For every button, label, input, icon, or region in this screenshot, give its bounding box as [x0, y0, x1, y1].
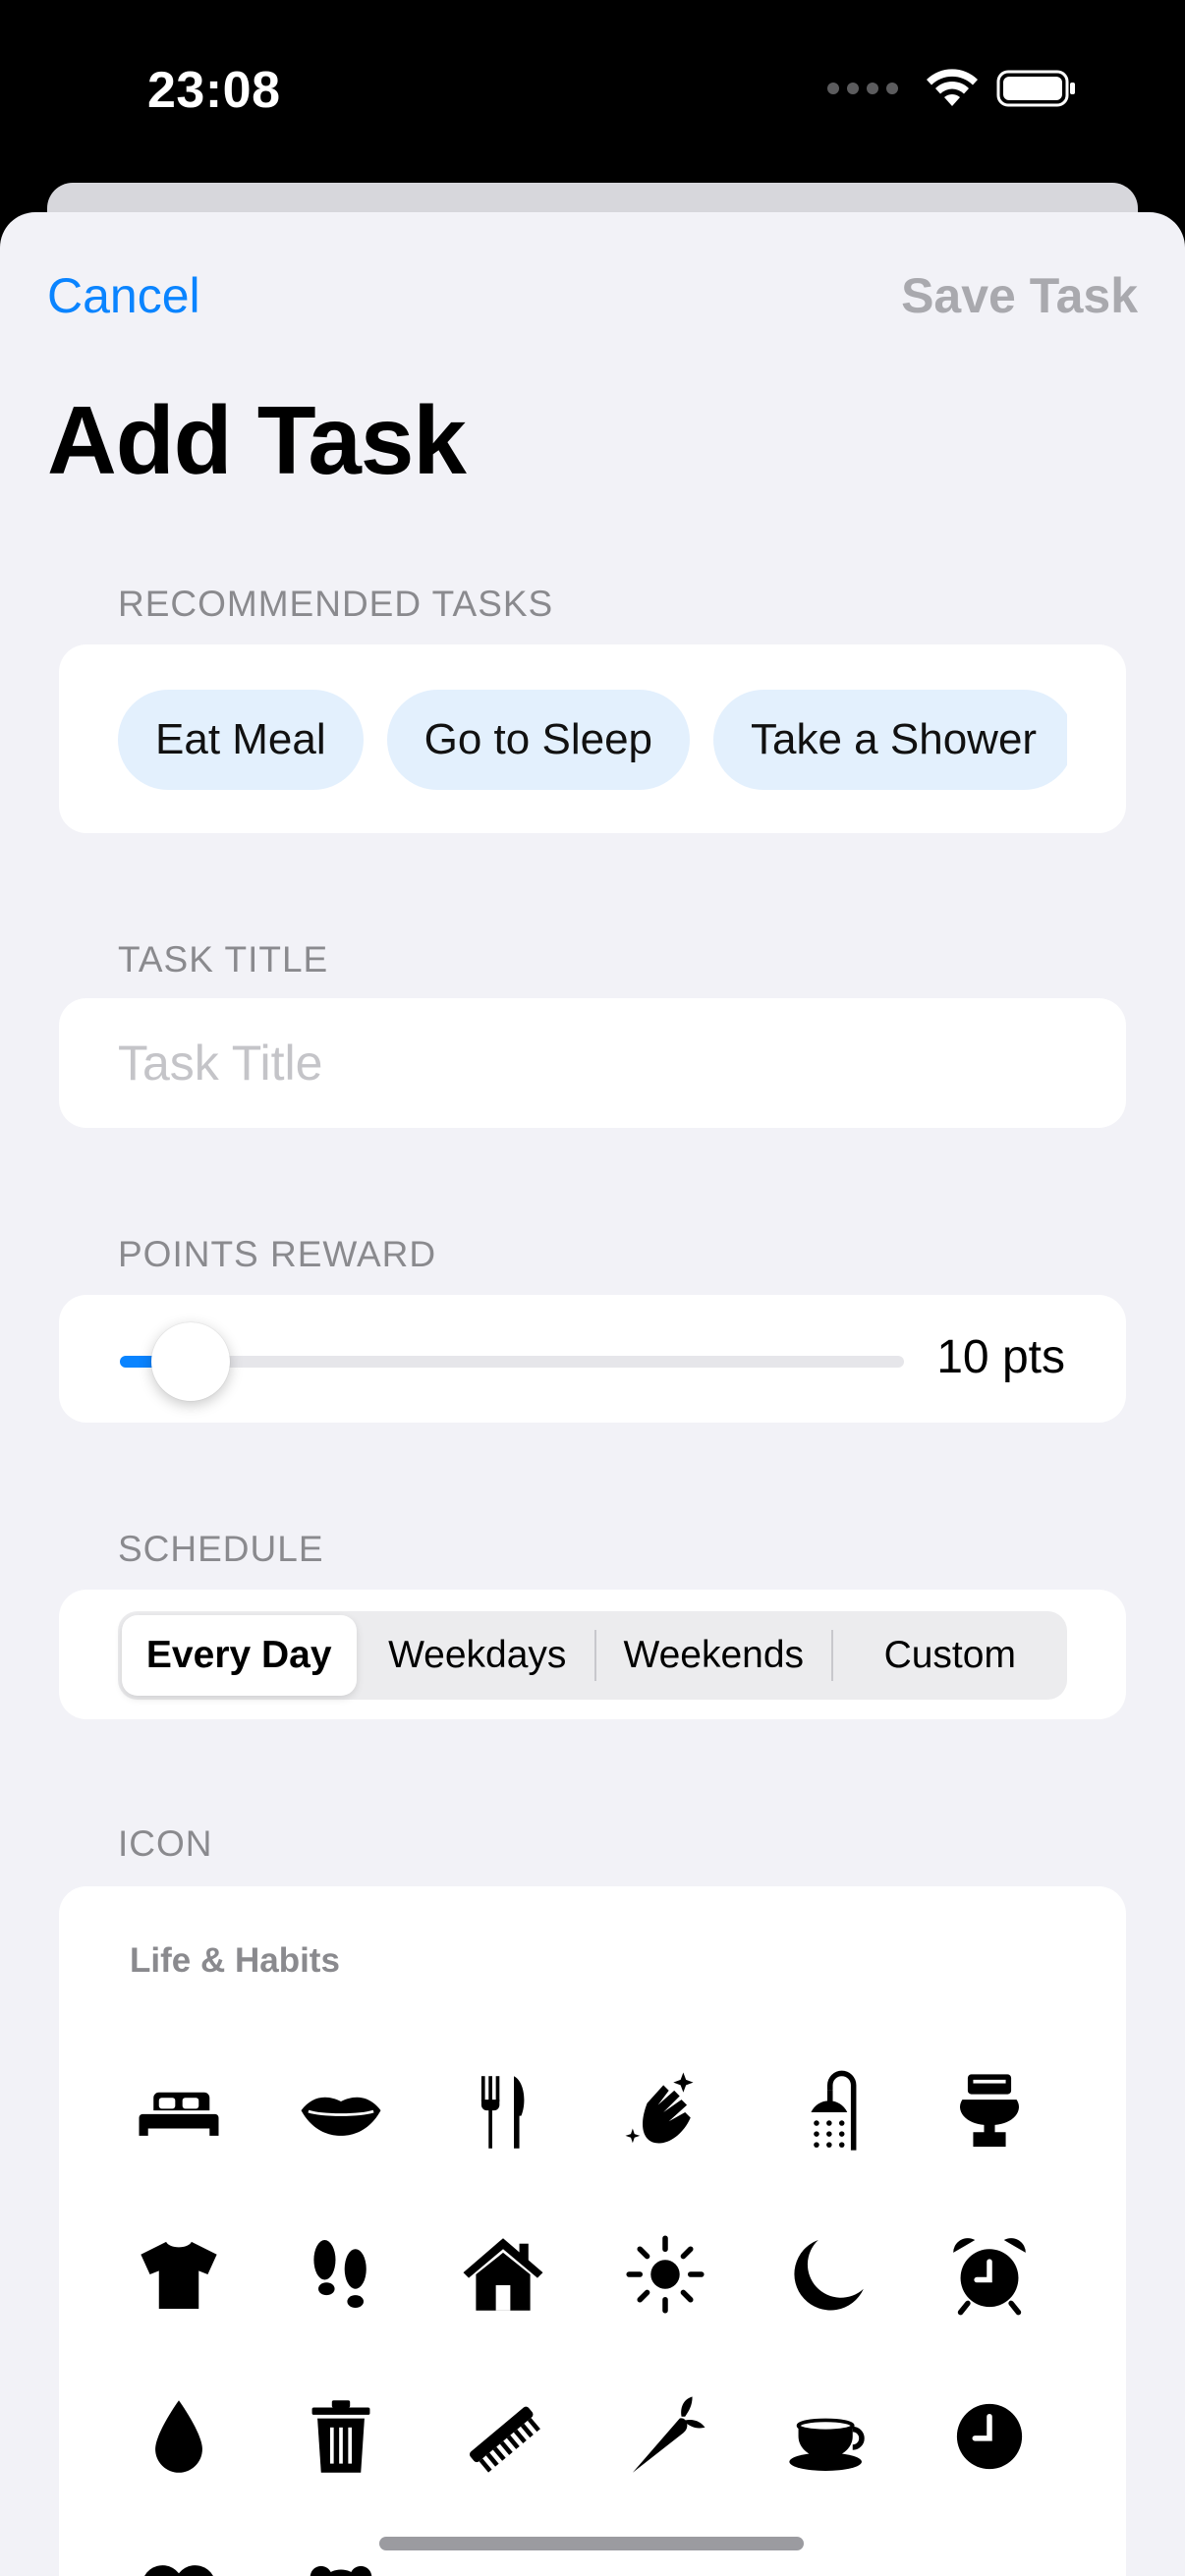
bed-icon[interactable]	[100, 2034, 257, 2191]
tshirt-icon[interactable]	[100, 2196, 257, 2353]
home-indicator[interactable]	[379, 2537, 804, 2550]
segment-weekdays[interactable]: Weekdays	[361, 1611, 595, 1700]
schedule-label: SCHEDULE	[118, 1529, 324, 1569]
points-reward-card: 10 pts	[59, 1295, 1126, 1423]
signal-dots-icon	[827, 83, 898, 94]
recommended-tasks-label: RECOMMENDED TASKS	[118, 584, 554, 624]
status-bar: 23:08	[0, 0, 1185, 187]
sun-icon[interactable]	[587, 2196, 744, 2353]
chip-go-to-sleep[interactable]: Go to Sleep	[386, 690, 691, 790]
toilet-icon[interactable]	[911, 2034, 1068, 2191]
comb-icon[interactable]	[424, 2358, 582, 2515]
status-icons	[827, 69, 1077, 108]
clock-icon[interactable]	[911, 2358, 1068, 2515]
status-time: 23:08	[147, 62, 281, 119]
icon-picker-card: Life & Habits	[59, 1886, 1126, 2576]
add-task-sheet: Cancel Save Task Add Task RECOMMENDED TA…	[0, 212, 1185, 2576]
task-title-label: TASK TITLE	[118, 939, 329, 980]
icon-group-title: Life & Habits	[130, 1941, 340, 1980]
carrot-icon[interactable]	[587, 2358, 744, 2515]
task-title-card	[59, 998, 1126, 1128]
alarm-clock-icon[interactable]	[911, 2196, 1068, 2353]
moon-icon[interactable]	[749, 2196, 906, 2353]
recommended-chips[interactable]: Eat Meal Go to Sleep Take a Shower	[118, 690, 1067, 790]
segment-custom[interactable]: Custom	[833, 1611, 1068, 1700]
points-slider[interactable]	[120, 1322, 904, 1401]
points-reward-label: POINTS REWARD	[118, 1234, 437, 1274]
lips-icon[interactable]	[262, 2034, 420, 2191]
page-title: Add Task	[47, 386, 467, 494]
fork-knife-icon[interactable]	[424, 2034, 582, 2191]
recommended-tasks-card: Eat Meal Go to Sleep Take a Shower	[59, 644, 1126, 833]
footprints-icon[interactable]	[262, 2196, 420, 2353]
battery-icon	[996, 70, 1075, 107]
points-value: 10 pts	[936, 1331, 1065, 1383]
chip-eat-meal[interactable]: Eat Meal	[118, 690, 364, 790]
shower-icon[interactable]	[749, 2034, 906, 2191]
hands-sparkles-icon[interactable]	[587, 2034, 744, 2191]
wifi-icon	[927, 69, 978, 106]
cup-icon[interactable]	[749, 2358, 906, 2515]
heart-icon[interactable]	[100, 2520, 257, 2576]
chip-take-a-shower[interactable]: Take a Shower	[713, 690, 1067, 790]
trash-icon[interactable]	[262, 2358, 420, 2515]
cancel-button[interactable]: Cancel	[47, 267, 200, 324]
segment-every-day[interactable]: Every Day	[122, 1615, 357, 1696]
task-title-input[interactable]	[118, 998, 1100, 1128]
segment-weekends[interactable]: Weekends	[596, 1611, 831, 1700]
schedule-segmented-control: Every Day Weekdays Weekends Custom	[118, 1611, 1067, 1700]
house-icon[interactable]	[424, 2196, 582, 2353]
drop-icon[interactable]	[100, 2358, 257, 2515]
schedule-card: Every Day Weekdays Weekends Custom	[59, 1590, 1126, 1719]
save-task-button[interactable]: Save Task	[901, 267, 1138, 324]
slider-thumb[interactable]	[150, 1322, 230, 1401]
icon-label: ICON	[118, 1823, 213, 1864]
